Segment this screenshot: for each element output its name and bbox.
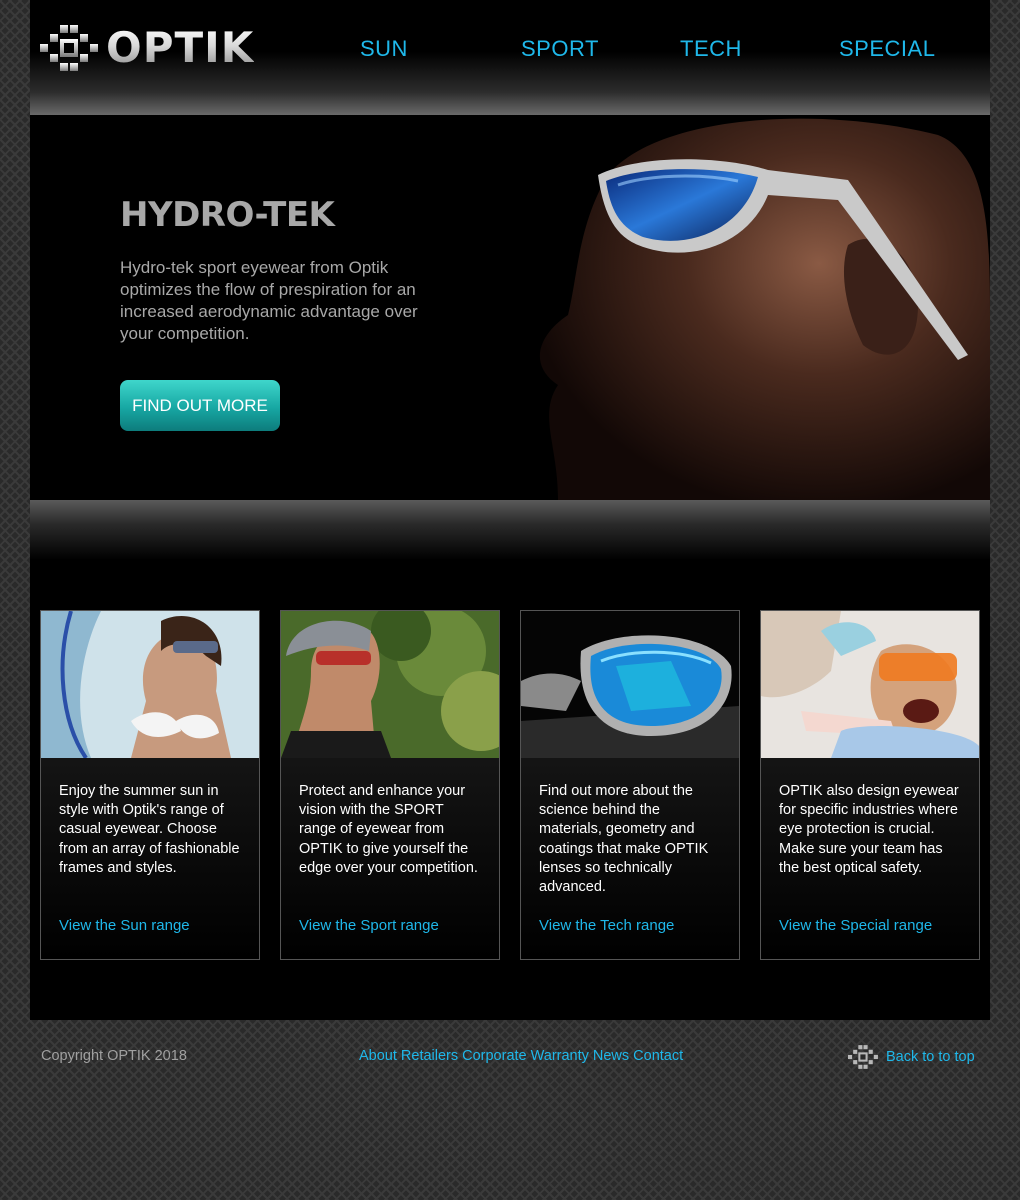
sun-card-image[interactable] — [41, 611, 259, 758]
hero-athlete-image — [518, 115, 990, 500]
find-out-more-button[interactable]: FIND OUT MORE — [120, 380, 280, 431]
nav-tech[interactable]: TECH — [680, 36, 742, 62]
card-sun: Enjoy the summer sun in style with Optik… — [40, 610, 260, 960]
nav-sun[interactable]: SUN — [360, 36, 408, 62]
card-tech: Find out more about the science behind t… — [520, 610, 740, 960]
site-header: OPTIK SUN SPORT TECH SPECIAL — [30, 0, 990, 115]
nav-sport[interactable]: SPORT — [521, 36, 599, 62]
brand-name: OPTIK — [106, 23, 255, 72]
footer-link-retailers[interactable]: Retailers — [401, 1048, 458, 1064]
nav-special[interactable]: SPECIAL — [839, 36, 935, 62]
view-sun-range-link[interactable]: View the Sun range — [59, 917, 190, 934]
footer-nav: About Retailers Corporate Warranty News … — [359, 1048, 683, 1064]
divider-band — [30, 500, 990, 560]
footer-link-corporate[interactable]: Corporate — [462, 1048, 526, 1064]
view-special-range-link[interactable]: View the Special range — [779, 917, 932, 934]
footer-link-warranty[interactable]: Warranty — [531, 1048, 589, 1064]
view-sport-range-link[interactable]: View the Sport range — [299, 917, 439, 934]
special-card-image[interactable] — [761, 611, 979, 758]
optik-logo-icon — [40, 25, 102, 71]
footer-link-about[interactable]: About — [359, 1048, 397, 1064]
back-to-top-label: Back to to top — [886, 1049, 975, 1065]
back-to-top-link[interactable]: Back to to top — [848, 1045, 975, 1069]
footer-link-news[interactable]: News — [593, 1048, 629, 1064]
special-card-text: OPTIK also design eyewear for specific i… — [779, 783, 959, 876]
hero-description: Hydro-tek sport eyewear from Optik optim… — [120, 258, 418, 343]
card-sport: Protect and enhance your vision with the… — [280, 610, 500, 960]
page-frame: OPTIK SUN SPORT TECH SPECIAL HYDRO-TEK H… — [30, 0, 990, 1020]
footer-link-contact[interactable]: Contact — [633, 1048, 683, 1064]
optik-logo-small-icon — [848, 1045, 880, 1069]
tech-card-image[interactable] — [521, 611, 739, 758]
hero-banner: HYDRO-TEK Hydro-tek sport eyewear from O… — [30, 115, 990, 500]
sun-card-text: Enjoy the summer sun in style with Optik… — [59, 783, 240, 876]
card-special: OPTIK also design eyewear for specific i… — [760, 610, 980, 960]
site-logo[interactable]: OPTIK — [40, 24, 254, 72]
view-tech-range-link[interactable]: View the Tech range — [539, 917, 674, 934]
sport-card-image[interactable] — [281, 611, 499, 758]
hero-title: HYDRO-TEK — [120, 195, 335, 235]
sport-card-text: Protect and enhance your vision with the… — [299, 783, 478, 876]
tech-card-text: Find out more about the science behind t… — [539, 783, 709, 896]
copyright-text: Copyright OPTIK 2018 — [41, 1048, 187, 1064]
